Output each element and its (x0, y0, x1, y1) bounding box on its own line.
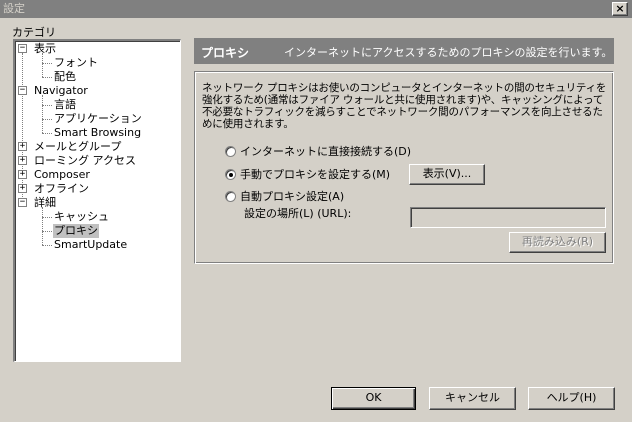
tree-item-composer[interactable]: Composer (34, 168, 90, 182)
tree-item-display[interactable]: 表示 (34, 42, 56, 56)
tree-item-proxy[interactable]: プロキシ (53, 224, 99, 238)
tree-connector (42, 95, 43, 133)
tree-connector (42, 133, 52, 134)
tree-item-cache[interactable]: キャッシュ (54, 210, 109, 224)
tree-connector (42, 245, 52, 246)
tree-item-roaming-access[interactable]: ローミング アクセス (34, 154, 136, 168)
tree-connector (42, 217, 52, 218)
tree-connector (42, 77, 52, 78)
radio-direct-label: インターネットに直接接続する(D) (240, 145, 412, 158)
radio-button[interactable] (225, 146, 236, 157)
panel-description: インターネットにアクセスするためのプロキシの設定を行います。 (284, 46, 613, 59)
tree-item-advanced[interactable]: 詳細 (34, 196, 56, 210)
tree-connector (22, 53, 23, 203)
tree-connector (42, 53, 43, 77)
tree-item-offline[interactable]: オフライン (34, 182, 89, 196)
tree-item-navigator[interactable]: Navigator (34, 84, 88, 98)
collapse-icon[interactable]: − (18, 198, 27, 207)
help-button[interactable]: ヘルプ(H) (528, 387, 615, 410)
expand-icon[interactable]: + (18, 142, 27, 151)
tree-connector (42, 207, 43, 245)
radio-manual-proxy[interactable]: 手動でプロキシを設定する(M) (225, 168, 390, 182)
cancel-button[interactable]: キャンセル (429, 387, 516, 410)
expand-icon[interactable]: + (18, 156, 27, 165)
tree-item-colors[interactable]: 配色 (54, 70, 76, 84)
collapse-icon[interactable]: − (18, 44, 27, 53)
expand-icon[interactable]: + (18, 184, 27, 193)
expand-icon[interactable]: + (18, 170, 27, 179)
radio-direct-connection[interactable]: インターネットに直接接続する(D) (225, 145, 411, 159)
category-label: カテゴリ (12, 26, 56, 39)
close-button[interactable]: × (612, 2, 628, 16)
tree-item-applications[interactable]: アプリケーション (54, 112, 142, 126)
radio-manual-label: 手動でプロキシを設定する(M) (240, 168, 391, 181)
tree-item-smartupdate[interactable]: SmartUpdate (54, 238, 127, 252)
tree-item-mail-groups[interactable]: メールとグループ (34, 140, 121, 154)
title-bar: 設定 × (0, 0, 632, 18)
tree-connector (42, 105, 52, 106)
close-icon: × (615, 2, 625, 15)
proxy-url-input[interactable] (410, 207, 606, 228)
view-proxy-button[interactable]: 表示(V)... (409, 164, 485, 185)
tree-connector (42, 119, 52, 120)
collapse-icon[interactable]: − (18, 86, 27, 95)
radio-auto-proxy[interactable]: 自動プロキシ設定(A) (225, 190, 344, 204)
reload-button[interactable]: 再読み込み(R) (509, 232, 606, 253)
tree-item-languages[interactable]: 言語 (54, 98, 76, 112)
tree-item-smart-browsing[interactable]: Smart Browsing (54, 126, 141, 140)
panel-title: プロキシ (201, 46, 250, 60)
proxy-location-label: 設定の場所(L) (URL): (244, 207, 352, 220)
radio-button[interactable] (225, 191, 236, 202)
tree-connector (42, 63, 52, 64)
tree-connector (42, 231, 52, 232)
panel-header: プロキシ インターネットにアクセスするためのプロキシの設定を行います。 (194, 38, 614, 64)
window-title: 設定 (3, 2, 25, 15)
category-tree[interactable]: − 表示 フォント 配色 − Navigator 言語 アプリケーション Sma… (13, 39, 181, 362)
tree-item-fonts[interactable]: フォント (54, 56, 98, 70)
proxy-settings-group: ネットワーク プロキシはお使いのコンピュータとインターネットの間のセキュリティを… (194, 71, 614, 264)
radio-auto-label: 自動プロキシ設定(A) (240, 190, 345, 203)
radio-button-selected[interactable] (225, 169, 236, 180)
proxy-description: ネットワーク プロキシはお使いのコンピュータとインターネットの間のセキュリティを… (202, 82, 607, 130)
ok-button[interactable]: OK (331, 387, 416, 410)
